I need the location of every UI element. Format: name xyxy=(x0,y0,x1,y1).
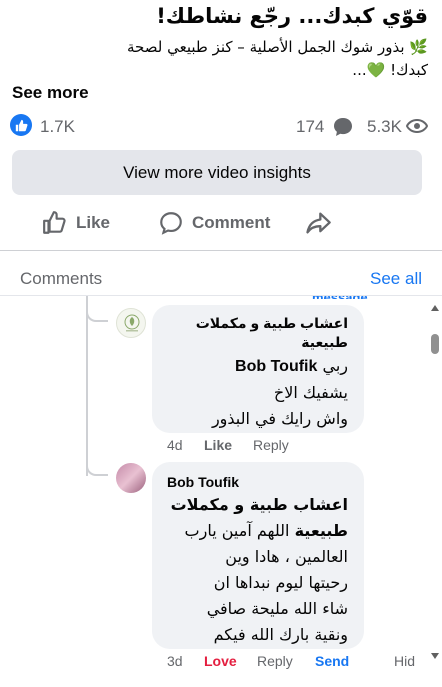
comment-text-line2: اللهم آمين يارب xyxy=(184,521,290,540)
comment-like-button[interactable]: Like xyxy=(204,437,232,453)
post-stats: 1.7K 174 5.3K xyxy=(0,112,442,140)
scrollbar-thumb[interactable] xyxy=(431,334,439,354)
avatar[interactable] xyxy=(116,463,146,493)
comment-author[interactable]: اعشاب طبية و مكملات طبيعية xyxy=(158,314,348,352)
comment-text-line5: شاء الله مليحة صافي xyxy=(206,599,348,618)
comment-icon xyxy=(160,212,182,235)
comment-meta: 4d Like Reply xyxy=(167,437,367,455)
avatar[interactable] xyxy=(116,308,146,338)
comment-meta: 3d Love Reply Send Hid xyxy=(167,653,427,671)
description-line2: كبدك! xyxy=(390,61,428,79)
comment-text-line4: رحيتها ليوم نبداها ان xyxy=(213,573,348,592)
like-reaction-icon[interactable] xyxy=(10,114,32,136)
mention-line1[interactable]: اعشاب طبية و مكملات xyxy=(158,492,348,518)
comment-reply-button[interactable]: Reply xyxy=(257,653,293,669)
comments-header: Comments See all xyxy=(0,266,442,294)
comment-count[interactable]: 174 xyxy=(296,117,324,137)
herbal-logo-icon xyxy=(124,314,140,332)
view-count: 5.3K xyxy=(367,117,402,136)
clipped-message-link[interactable]: message xyxy=(312,287,368,299)
comment-love-button[interactable]: Love xyxy=(204,653,237,669)
comment-button[interactable]: Comment xyxy=(158,204,270,242)
comment-text-line1: يشفيك الاخ xyxy=(273,383,348,402)
view-video-insights-button[interactable]: View more video insights xyxy=(12,150,422,195)
green-heart-icon: 💚 xyxy=(366,61,386,79)
comment-time[interactable]: 4d xyxy=(167,437,183,453)
comment-bubble-icon xyxy=(332,116,354,143)
thread-line xyxy=(86,296,88,476)
comment-text-line3: العالمين ، هادا وين xyxy=(225,547,348,566)
comment-text-line6: ونقية بارك الله فيكم xyxy=(213,625,348,644)
post-description: 🌿 بذور شوك الجمل الأصلية – كنز طبيعي لصح… xyxy=(10,36,428,82)
mention-link[interactable]: Bob Toufik xyxy=(235,358,317,375)
author-line2: طبيعية xyxy=(301,334,348,350)
comment-reply-button[interactable]: Reply xyxy=(253,437,289,453)
comment-time[interactable]: 3d xyxy=(167,653,183,669)
comment-hide-button[interactable]: Hid xyxy=(394,653,415,669)
scroll-up-arrow-icon[interactable] xyxy=(430,304,440,312)
comment-author[interactable]: Bob Toufik xyxy=(167,474,239,490)
share-icon xyxy=(306,212,331,234)
see-more-link[interactable]: See more xyxy=(12,83,89,103)
comment-text: اعشاب طبية و مكملات طبيعية اللهم آمين يا… xyxy=(158,492,348,648)
leaf-icon: 🌿 xyxy=(409,38,428,56)
comments-label: Comments xyxy=(20,269,103,288)
author-line1: اعشاب طبية و مكملات xyxy=(195,315,348,331)
comment-mention-prefix: ربي xyxy=(322,356,348,375)
reply-connector xyxy=(86,452,108,476)
mention-line2[interactable]: طبيعية xyxy=(295,521,348,540)
comment-text: ربي Bob Toufik يشفيك الاخ واش رايك في ال… xyxy=(158,353,348,432)
comment-bubble: Bob Toufik اعشاب طبية و مكملات طبيعية ال… xyxy=(152,462,364,649)
reaction-count[interactable]: 1.7K xyxy=(40,117,75,137)
thumbs-up-icon xyxy=(43,211,66,234)
comments-divider xyxy=(0,295,442,296)
reply-connector xyxy=(86,300,108,322)
ellipsis: ... xyxy=(352,61,367,79)
scrollbar[interactable] xyxy=(426,298,440,687)
scroll-down-arrow-icon[interactable] xyxy=(430,652,440,660)
actions-divider xyxy=(0,250,442,251)
like-button[interactable]: Like xyxy=(42,204,110,242)
see-all-link[interactable]: See all xyxy=(370,269,422,289)
comment-bubble: اعشاب طبية و مكملات طبيعية ربي Bob Toufi… xyxy=(152,305,364,433)
like-label: Like xyxy=(76,213,111,232)
comment-label: Comment xyxy=(192,213,271,232)
post-title: قوّي كبدك... رجّع نشاطك! xyxy=(156,4,428,28)
eye-icon xyxy=(405,117,429,140)
post-actions: Like Comment xyxy=(0,204,442,242)
comment-send-button[interactable]: Send xyxy=(315,653,349,669)
comment-text-line2: واش رايك في البذور xyxy=(211,409,348,428)
share-button[interactable] xyxy=(304,204,332,242)
description-line1: بذور شوك الجمل الأصلية – كنز طبيعي لصحة xyxy=(127,38,405,56)
